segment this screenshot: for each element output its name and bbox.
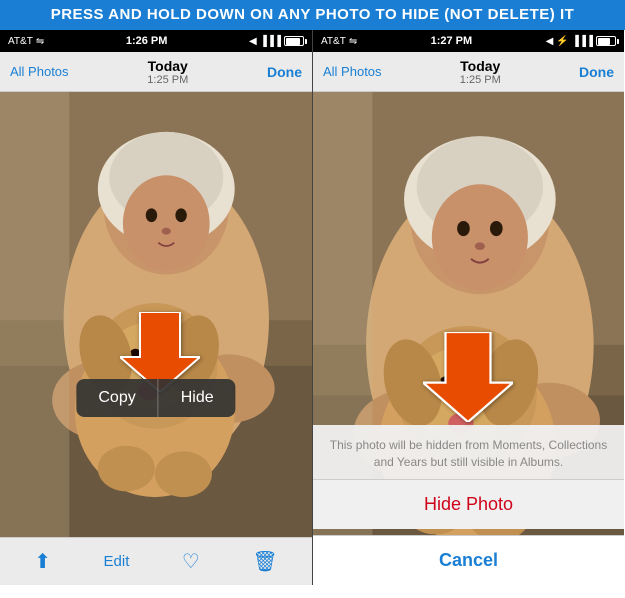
carrier-label-left: AT&T xyxy=(8,36,33,47)
status-left: AT&T ⇋ xyxy=(8,36,44,47)
status-bar-right: AT&T ⇋ 1:27 PM ◀ ⚡ ▐▐▐ xyxy=(313,30,624,52)
nav-title-left: Today xyxy=(147,58,188,74)
wifi-icon-left: ⇋ xyxy=(36,36,44,47)
back-button-left[interactable]: All Photos xyxy=(10,64,69,79)
delete-icon-left[interactable]: 🗑 xyxy=(240,545,289,578)
location-icon-right: ◀ xyxy=(546,36,554,47)
carrier-label-right: AT&T xyxy=(321,36,346,47)
done-button-right[interactable]: Done xyxy=(579,64,614,80)
status-time-right: 1:27 PM xyxy=(431,35,473,47)
nav-subtitle-left: 1:25 PM xyxy=(147,74,188,86)
phone-panel-right: AT&T ⇋ 1:27 PM ◀ ⚡ ▐▐▐ All Photos Today … xyxy=(312,30,624,585)
hide-photo-button[interactable]: Hide Photo xyxy=(313,479,624,529)
wifi-icon-right: ⇋ xyxy=(349,36,357,47)
back-button-right[interactable]: All Photos xyxy=(323,64,382,79)
status-left-right: AT&T ⇋ xyxy=(321,36,357,47)
phones-container: AT&T ⇋ 1:26 PM ◀ ▐▐▐ All Photos Today 1:… xyxy=(0,30,625,585)
nav-bar-right: All Photos Today 1:25 PM Done xyxy=(313,52,624,92)
status-right-left: ◀ ▐▐▐ xyxy=(249,36,304,47)
done-button-left[interactable]: Done xyxy=(267,64,302,80)
toolbar-left: ⬆ Edit ♡ 🗑 xyxy=(0,537,312,585)
edit-button-left[interactable]: Edit xyxy=(92,549,142,574)
hide-dialog: This photo will be hidden from Moments, … xyxy=(313,425,624,585)
nav-bar-left: All Photos Today 1:25 PM Done xyxy=(0,52,312,92)
nav-subtitle-right: 1:25 PM xyxy=(460,74,501,86)
battery-icon-left xyxy=(284,36,304,46)
battery-fill-right xyxy=(598,38,610,45)
status-bar-left: AT&T ⇋ 1:26 PM ◀ ▐▐▐ xyxy=(0,30,312,52)
cancel-button[interactable]: Cancel xyxy=(313,535,624,585)
battery-icon-right xyxy=(596,36,616,46)
signal-icon-right: ▐▐▐ xyxy=(572,36,593,47)
nav-center-left: Today 1:25 PM xyxy=(147,58,188,86)
nav-title-right: Today xyxy=(460,58,501,74)
share-icon-left[interactable]: ⬆ xyxy=(22,545,63,578)
dialog-message: This photo will be hidden from Moments, … xyxy=(313,425,624,479)
favorite-icon-left[interactable]: ♡ xyxy=(170,545,212,578)
status-time-left: 1:26 PM xyxy=(126,35,168,47)
copy-menu-item[interactable]: Copy xyxy=(76,379,157,417)
photo-area-right: This photo will be hidden from Moments, … xyxy=(313,92,624,585)
location-icon-left: ◀ xyxy=(249,36,257,47)
photo-area-left: Copy Hide xyxy=(0,92,312,537)
context-menu: Copy Hide xyxy=(76,379,235,417)
dialog-sheet: This photo will be hidden from Moments, … xyxy=(313,425,624,529)
instruction-banner: PRESS AND HOLD DOWN ON ANY PHOTO TO HIDE… xyxy=(0,0,625,30)
signal-icon-left: ▐▐▐ xyxy=(260,36,281,47)
phone-panel-left: AT&T ⇋ 1:26 PM ◀ ▐▐▐ All Photos Today 1:… xyxy=(0,30,312,585)
bluetooth-icon-right: ⚡ xyxy=(556,36,568,47)
battery-fill-left xyxy=(286,38,300,45)
hide-menu-item[interactable]: Hide xyxy=(158,379,236,417)
nav-center-right: Today 1:25 PM xyxy=(460,58,501,86)
arrow-icon-right xyxy=(423,332,513,427)
status-right-right: ◀ ⚡ ▐▐▐ xyxy=(546,36,616,47)
